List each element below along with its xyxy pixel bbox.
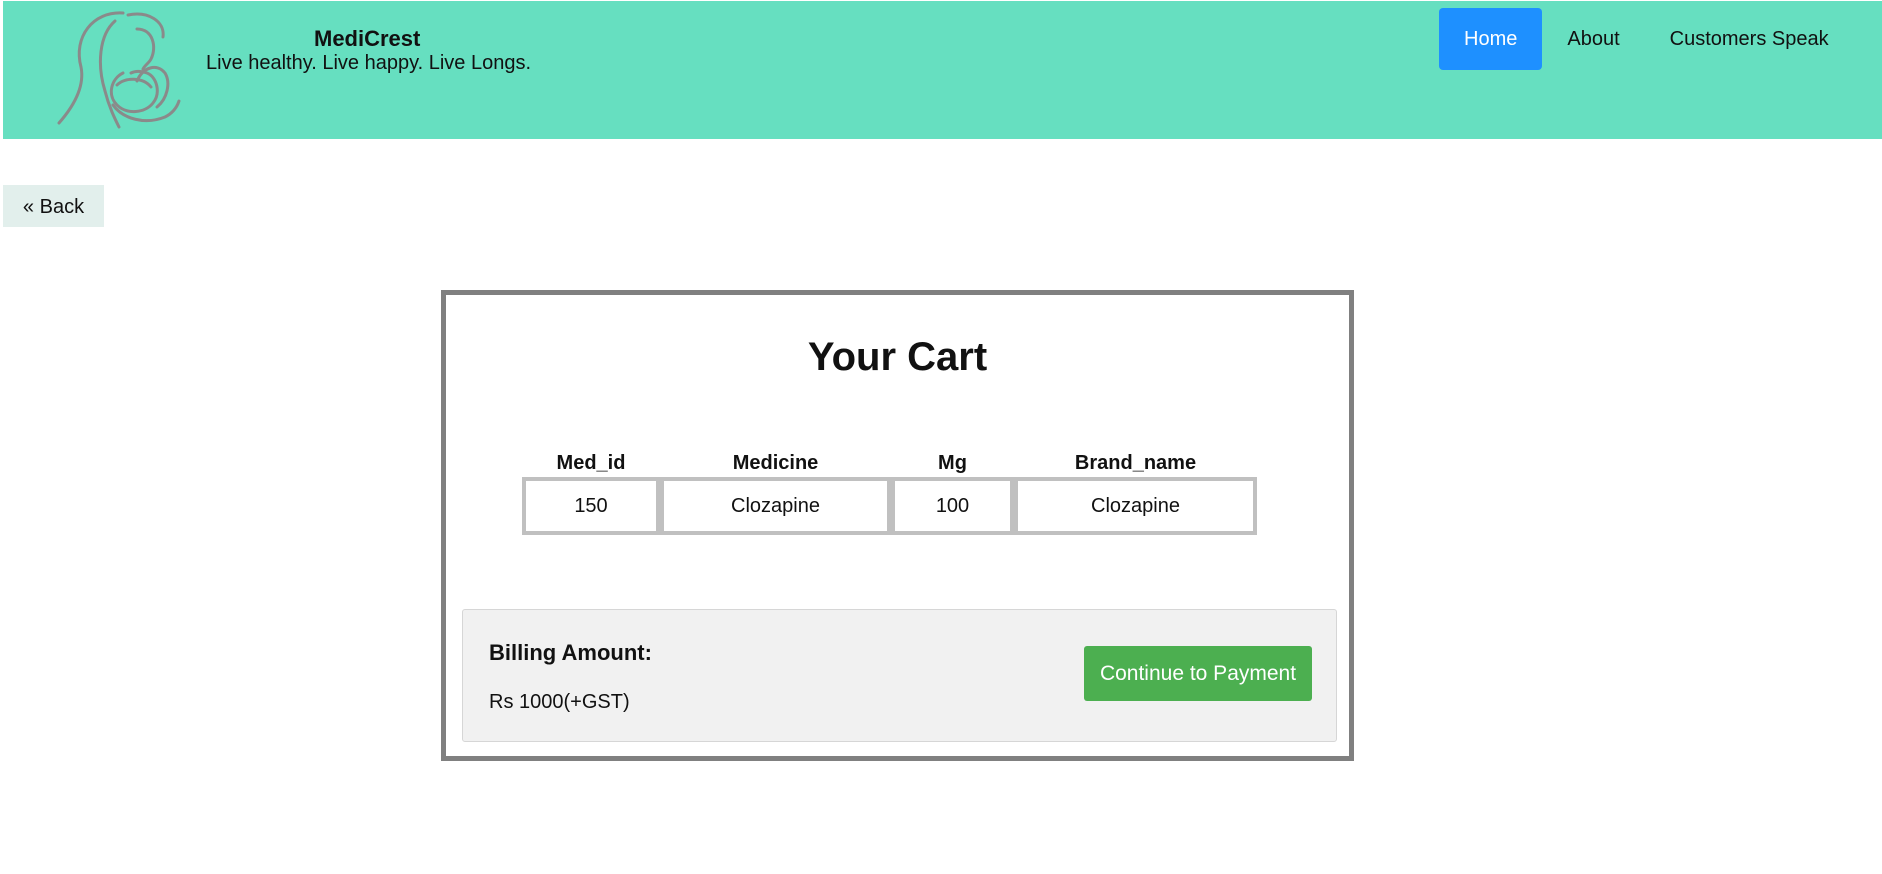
nav-about-link[interactable]: About [1542,8,1644,70]
site-header: MediCrest Live healthy. Live happy. Live… [3,1,1882,139]
table-header-row: Med_id Medicine Mg Brand_name [522,449,1257,477]
main-nav: Home About Customers Speak [1439,8,1854,70]
nav-customers-speak-link[interactable]: Customers Speak [1645,8,1854,70]
cell-mg: 100 [891,477,1014,535]
nav-home-link[interactable]: Home [1439,8,1543,70]
cell-medicine: Clozapine [660,477,891,535]
billing-amount: Rs 1000(+GST) [489,691,630,713]
cell-med-id: 150 [522,477,660,535]
cart-table: Med_id Medicine Mg Brand_name 150 Clozap… [522,449,1257,535]
billing-panel: Billing Amount: Rs 1000(+GST) Continue t… [462,609,1337,742]
cell-brand-name: Clozapine [1014,477,1257,535]
cart-title: Your Cart [807,335,988,379]
brand-name: MediCrest [314,26,421,51]
brand-tagline: Live healthy. Live happy. Live Longs. [206,52,532,74]
column-header-brand-name: Brand_name [1074,451,1197,474]
column-header-mg: Mg [938,451,967,474]
billing-label: Billing Amount: [489,640,652,665]
continue-to-payment-button[interactable]: Continue to Payment [1084,646,1312,701]
column-header-medicine: Medicine [732,451,819,474]
mother-and-child-logo-icon [57,11,181,129]
back-button[interactable]: « Back [3,185,104,227]
column-header-med-id: Med_id [556,451,626,474]
table-row: 150 Clozapine 100 Clozapine [522,477,1257,535]
cart-panel: Your Cart Med_id Medicine Mg Brand_name … [441,290,1354,761]
